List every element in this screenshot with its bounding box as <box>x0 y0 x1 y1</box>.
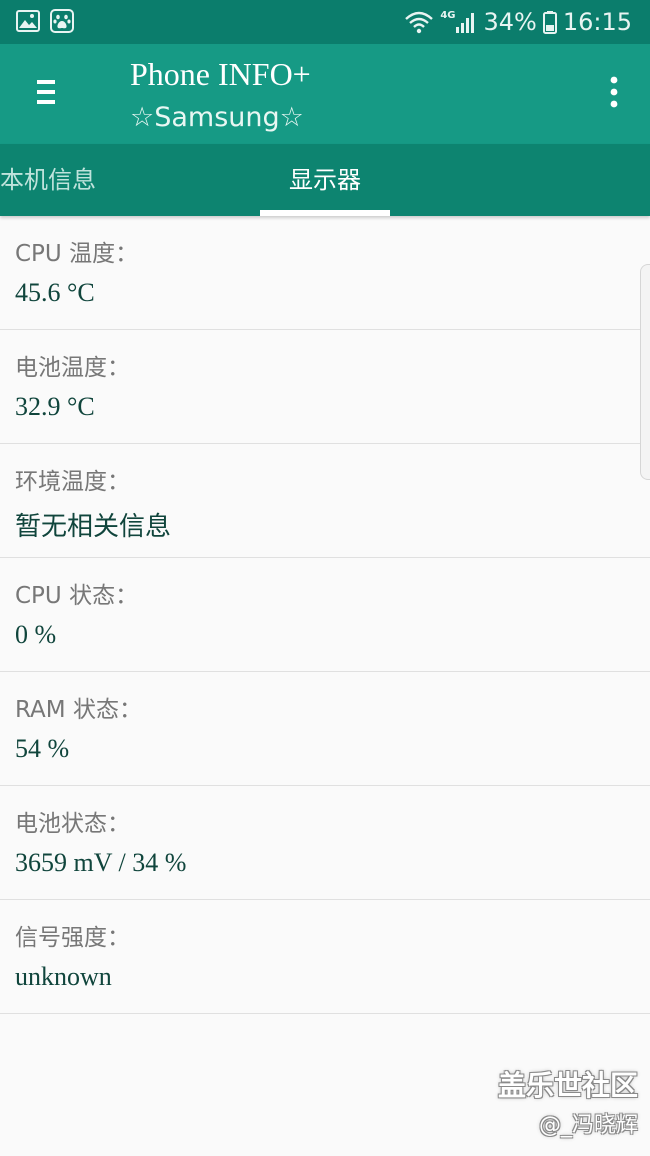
tab-display[interactable]: 显示器 <box>260 144 390 216</box>
signal-icon <box>455 10 477 34</box>
info-row-signal-strength: 信号强度： unknown <box>0 900 650 1014</box>
gallery-notification-icon <box>16 9 40 33</box>
system-status: 4G 34% 16:15 <box>404 6 632 38</box>
info-label: 电池温度： <box>15 355 130 381</box>
info-value: 54 % <box>15 734 70 763</box>
app-subtitle: ☆Samsung☆ <box>130 102 304 133</box>
info-value: unknown <box>15 962 112 991</box>
info-list: CPU 温度： 45.6 °C 电池温度： 32.9 °C 环境温度： 暂无相关… <box>0 216 650 1014</box>
baidu-notification-icon <box>50 9 74 33</box>
info-value: 32.9 °C <box>15 392 95 421</box>
hamburger-menu-icon <box>35 78 57 110</box>
info-row-cpu-status: CPU 状态： 0 % <box>0 558 650 672</box>
info-value: 0 % <box>15 620 57 649</box>
wifi-icon <box>404 10 434 34</box>
info-row-ram-status: RAM 状态： 54 % <box>0 672 650 786</box>
info-row-ambient-temperature: 环境温度： 暂无相关信息 <box>0 444 650 558</box>
network-type-label: 4G <box>440 10 456 21</box>
battery-percent: 34% <box>483 8 537 36</box>
info-row-battery-temperature: 电池温度： 32.9 °C <box>0 330 650 444</box>
info-label: CPU 温度： <box>15 241 139 267</box>
info-value: 45.6 °C <box>15 278 95 307</box>
info-label: 信号强度： <box>15 925 130 951</box>
menu-button[interactable] <box>28 74 64 114</box>
info-label: 环境温度： <box>15 469 130 495</box>
tab-bar: 本机信息 显示器 <box>0 144 650 216</box>
info-row-cpu-temperature: CPU 温度： 45.6 °C <box>0 216 650 330</box>
overflow-menu-button[interactable] <box>602 74 626 114</box>
battery-icon <box>542 10 557 34</box>
tab-device-info[interactable]: 本机信息 <box>0 144 96 216</box>
watermark-community: 盖乐世社区 <box>497 1069 638 1102</box>
info-label: CPU 状态： <box>15 583 139 609</box>
info-label: 电池状态： <box>15 811 130 837</box>
info-value: 暂无相关信息 <box>15 512 172 541</box>
watermark-author: @_冯晓辉 <box>538 1113 638 1138</box>
app-bar: Phone INFO+ ☆Samsung☆ <box>0 44 650 144</box>
clock: 16:15 <box>562 8 632 36</box>
notification-icons <box>16 9 74 33</box>
info-row-battery-status: 电池状态： 3659 mV / 34 % <box>0 786 650 900</box>
info-value: 3659 mV / 34 % <box>15 848 187 877</box>
app-title: Phone INFO+ <box>130 56 311 92</box>
scroll-handle[interactable] <box>640 264 650 480</box>
overflow-menu-icon <box>609 76 619 112</box>
info-label: RAM 状态： <box>15 697 142 723</box>
status-bar: 4G 34% 16:15 <box>0 0 650 44</box>
